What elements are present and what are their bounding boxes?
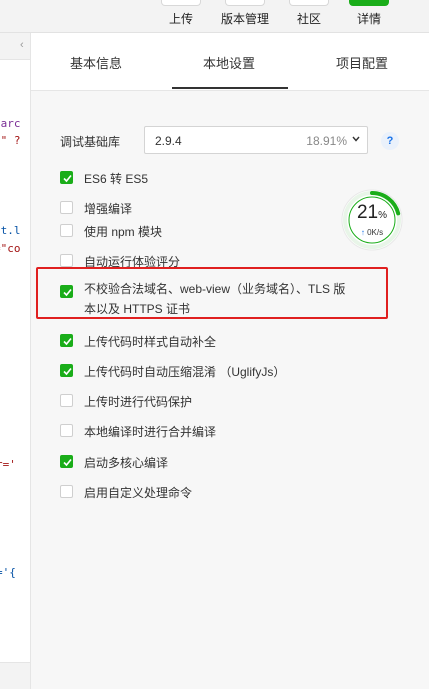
upload-label: 上传 (168, 12, 193, 26)
tab-project-config[interactable]: 项目配置 (336, 53, 388, 72)
option-label: 增强编译 (84, 202, 133, 216)
chevron-down-icon (352, 136, 360, 142)
gauge-speed: ↑ 0K/s (340, 228, 404, 237)
upload-arrow-icon: ↑ (360, 228, 365, 237)
code-line: ="co (0, 242, 21, 255)
debug-lib-percent: 18.91% (306, 134, 347, 148)
performance-gauge[interactable]: 21% ↑ 0K/s (340, 188, 404, 252)
active-tab-indicator (172, 87, 288, 89)
checkmark-icon (63, 337, 72, 346)
editor-tab-text: ‹ (20, 39, 24, 51)
upload-icon (161, 0, 201, 6)
version-management-button[interactable]: 版本管理 (216, 0, 274, 32)
gauge-unit: % (378, 210, 388, 221)
gauge-value: 21 (356, 202, 379, 223)
code-line: n" ? (0, 134, 21, 147)
option-label-line2: 本以及 HTTPS 证书 (84, 302, 191, 316)
checkbox-unchecked[interactable] (60, 424, 73, 437)
checkbox-unchecked[interactable] (60, 224, 73, 237)
code-line: ='{ (0, 566, 16, 579)
help-icon[interactable]: ? (381, 132, 399, 150)
checkmark-icon (63, 367, 72, 376)
settings-tabs: 基本信息 本地设置 项目配置 (31, 33, 429, 91)
version-management-label: 版本管理 (220, 12, 269, 26)
option-label: 启用自定义处理命令 (84, 486, 193, 500)
version-management-icon (225, 0, 265, 6)
community-icon (289, 0, 329, 6)
option-label-line1: 不校验合法域名、web-view（业务域名）、TLS 版 (84, 282, 346, 296)
option-label: ES6 转 ES5 (84, 172, 149, 186)
option-label: 本地编译时进行合并编译 (84, 425, 217, 439)
option-label: 上传时进行代码保护 (84, 395, 193, 409)
debug-lib-label: 调试基础库 (60, 135, 121, 149)
details-button[interactable]: 详情 (348, 0, 390, 32)
details-label: 详情 (356, 12, 381, 26)
tab-local-settings[interactable]: 本地设置 (203, 53, 255, 72)
code-line: earc (0, 117, 21, 130)
community-button[interactable]: 社区 (289, 0, 329, 32)
editor-tab-bar[interactable]: ‹ (0, 33, 30, 60)
option-label: 上传代码时自动压缩混淆 （UglifyJs） (84, 365, 286, 379)
community-label: 社区 (296, 12, 321, 26)
debug-lib-select[interactable]: 2.9.4 18.91% (144, 126, 368, 154)
code-editor[interactable]: ‹ earc n" ? st.l ="co r=' ='{ (0, 33, 31, 689)
checkmark-icon (63, 288, 72, 297)
editor-status-bar (0, 662, 30, 689)
debug-lib-version: 2.9.4 (155, 134, 182, 148)
details-icon (349, 0, 389, 6)
checkbox-unchecked[interactable] (60, 394, 73, 407)
checkbox-checked[interactable] (60, 285, 73, 298)
code-line: st.l (0, 224, 21, 237)
checkbox-checked[interactable] (60, 334, 73, 347)
tab-basic-info[interactable]: 基本信息 (70, 53, 122, 72)
option-label: 启动多核心编译 (84, 456, 169, 470)
upload-button[interactable]: 上传 (161, 0, 201, 32)
top-toolbar: 上传 版本管理 社区 详情 (0, 0, 429, 33)
checkbox-checked[interactable] (60, 364, 73, 377)
gauge-percent: 21% (340, 202, 404, 224)
option-label: 上传代码时样式自动补全 (84, 335, 217, 349)
gauge-speed-value: 0K/s (367, 228, 384, 237)
checkbox-unchecked[interactable] (60, 485, 73, 498)
option-label: 使用 npm 模块 (84, 225, 163, 239)
code-line: r=' (0, 458, 16, 471)
checkbox-unchecked[interactable] (60, 201, 73, 214)
checkbox-checked[interactable] (60, 171, 73, 184)
settings-panel: 基本信息 本地设置 项目配置 调试基础库 2.9.4 18.91% ? ES6 … (31, 33, 429, 689)
checkbox-unchecked[interactable] (60, 254, 73, 267)
checkbox-checked[interactable] (60, 455, 73, 468)
checkmark-icon (63, 458, 72, 467)
checkmark-icon (63, 174, 72, 183)
